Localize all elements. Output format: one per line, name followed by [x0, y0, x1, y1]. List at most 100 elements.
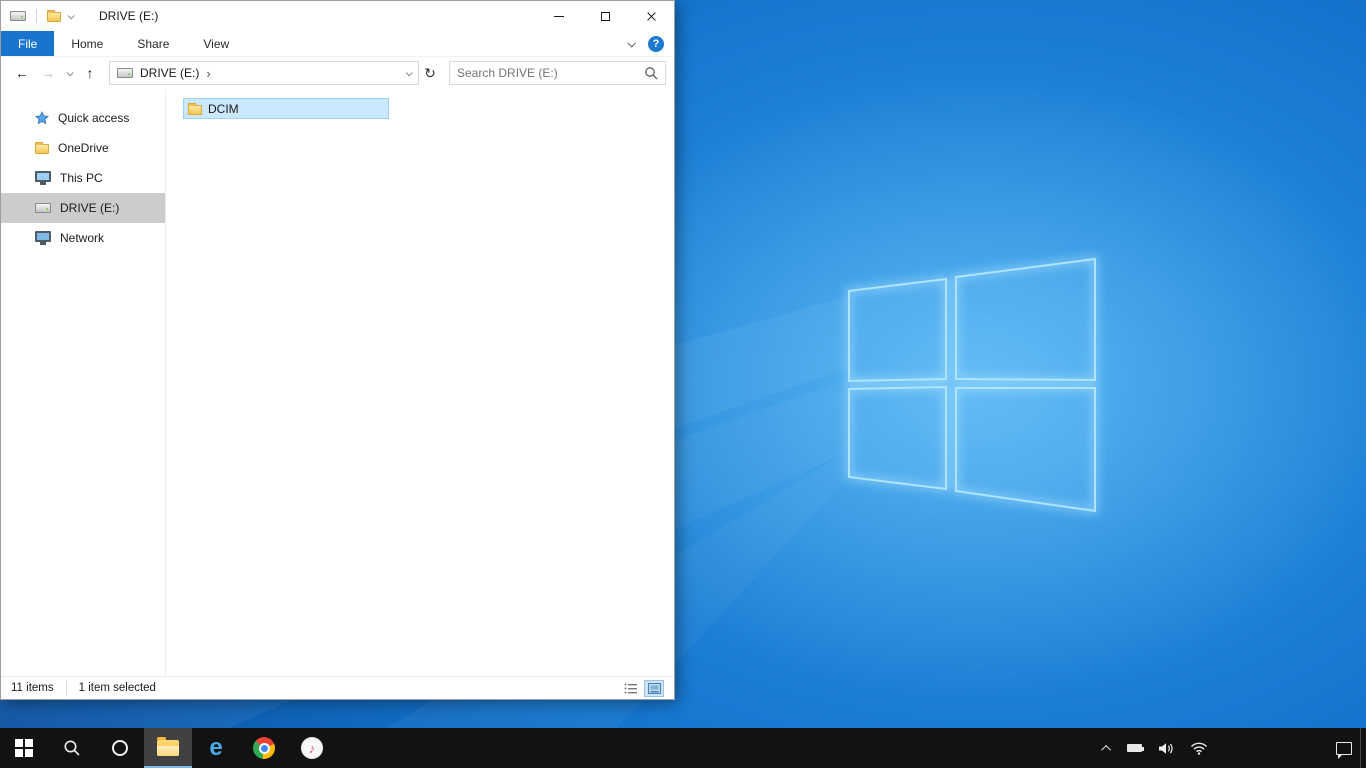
chevron-up-icon [1101, 744, 1112, 755]
drive-icon [117, 68, 133, 78]
details-view-icon [624, 683, 637, 693]
cortana-button[interactable] [96, 728, 144, 768]
sidebar-item-network[interactable]: Network [1, 223, 165, 253]
windows-logo-icon [15, 739, 33, 757]
onedrive-icon [35, 142, 49, 154]
ribbon-right-controls: ? [627, 31, 674, 56]
breadcrumb-separator[interactable]: › [206, 66, 210, 81]
volume-button[interactable] [1150, 728, 1182, 768]
system-tray [1096, 728, 1366, 768]
taskbar-file-explorer-button[interactable] [144, 728, 192, 768]
tab-view-label: View [203, 36, 230, 51]
file-item-dcim[interactable]: DCIM [183, 98, 389, 119]
search-input[interactable] [457, 66, 644, 80]
address-breadcrumb[interactable]: DRIVE (E:) › [109, 61, 419, 85]
minimize-icon [554, 15, 564, 17]
internet-explorer-button[interactable]: e [192, 728, 240, 768]
large-icons-view-button[interactable] [644, 679, 664, 697]
chrome-button[interactable] [240, 728, 288, 768]
folder-icon[interactable] [47, 10, 61, 22]
action-center-button[interactable] [1328, 728, 1360, 768]
sidebar-item-label: Quick access [58, 111, 130, 125]
window-title: DRIVE (E:) [99, 9, 159, 23]
refresh-button[interactable]: ↻ [419, 61, 441, 85]
titlebar: DRIVE (E:) [1, 1, 674, 31]
taskbar: e ♪ [0, 728, 1366, 768]
up-button[interactable]: ↑ [77, 60, 103, 86]
tab-home[interactable]: Home [54, 31, 120, 56]
itunes-icon: ♪ [301, 737, 323, 759]
search-box [449, 61, 666, 85]
view-toggles [620, 679, 664, 697]
file-item-label: DCIM [208, 101, 239, 116]
show-hidden-icons-button[interactable] [1096, 728, 1119, 768]
monitor-icon [35, 171, 51, 185]
sidebar-item-label: OneDrive [58, 141, 109, 155]
star-icon [35, 111, 49, 125]
sidebar-item-quick-access[interactable]: Quick access [1, 103, 165, 133]
sidebar-item-onedrive[interactable]: OneDrive [1, 133, 165, 163]
search-icon [64, 740, 80, 756]
maximize-button[interactable] [582, 1, 628, 31]
sidebar-item-this-pc[interactable]: This PC [1, 163, 165, 193]
help-icon[interactable]: ? [648, 35, 664, 52]
chevron-down-icon [66, 68, 74, 76]
drive-icon [10, 11, 26, 21]
taskbar-search-button[interactable] [48, 728, 96, 768]
tab-view[interactable]: View [186, 31, 246, 56]
action-center-icon [1336, 741, 1352, 759]
expand-ribbon-chevron-icon[interactable] [627, 38, 636, 48]
volume-icon [1159, 742, 1173, 754]
back-button[interactable]: ← [9, 60, 35, 86]
tab-home-label: Home [71, 36, 104, 51]
sidebar-item-label: DRIVE (E:) [60, 201, 120, 215]
tab-file-label: File [18, 36, 38, 51]
window-controls [536, 1, 674, 31]
file-explorer-window: DRIVE (E:) File Home Share View ? ← → ↑ [0, 0, 675, 700]
start-button[interactable] [0, 728, 48, 768]
close-button[interactable] [628, 1, 674, 31]
desktop: DRIVE (E:) File Home Share View ? ← → ↑ [0, 0, 1366, 768]
chrome-icon [253, 737, 275, 759]
sidebar-item-drive-e[interactable]: DRIVE (E:) [1, 193, 165, 223]
show-desktop-button[interactable] [1360, 728, 1366, 768]
folder-icon [188, 102, 202, 115]
details-view-button[interactable] [620, 680, 640, 697]
battery-icon [1127, 744, 1144, 752]
status-bar: 11 items 1 item selected [1, 676, 674, 699]
tab-share-label: Share [137, 36, 170, 51]
itunes-button[interactable]: ♪ [288, 728, 336, 768]
drive-icon [35, 203, 51, 213]
quick-access-toolbar [1, 9, 75, 23]
network-icon [35, 231, 51, 245]
tab-file[interactable]: File [1, 31, 55, 56]
chevron-down-icon[interactable] [67, 11, 75, 19]
close-icon [646, 11, 657, 22]
breadcrumb-drive-label[interactable]: DRIVE (E:) [140, 66, 199, 80]
battery-button[interactable] [1119, 728, 1150, 768]
internet-explorer-icon: e [209, 734, 223, 761]
large-icons-view-icon [647, 682, 661, 694]
toolbar-separator [36, 9, 37, 23]
recent-locations-chevron-icon[interactable] [61, 68, 77, 76]
address-dropdown-chevron-icon[interactable] [405, 68, 413, 76]
window-body: Quick access OneDrive This PC DRIVE (E:)… [1, 89, 674, 676]
ribbon-tab-bar: File Home Share View ? [1, 31, 674, 57]
file-explorer-icon [157, 737, 179, 756]
search-icon[interactable] [644, 66, 658, 80]
sidebar-item-label: This PC [60, 171, 103, 185]
wifi-icon [1191, 742, 1207, 755]
maximize-icon [600, 11, 610, 21]
minimize-button[interactable] [536, 1, 582, 31]
selected-count: 1 item selected [78, 682, 156, 694]
network-button[interactable] [1182, 728, 1216, 768]
status-separator [65, 681, 67, 695]
forward-button[interactable]: → [35, 60, 61, 86]
cortana-icon [112, 740, 128, 756]
navigation-pane: Quick access OneDrive This PC DRIVE (E:)… [1, 89, 166, 676]
file-list-area[interactable]: DCIM [166, 89, 674, 676]
address-bar-row: ← → ↑ DRIVE (E:) › ↻ [1, 57, 674, 89]
tab-share[interactable]: Share [120, 31, 186, 56]
items-count: 11 items [11, 682, 54, 694]
sidebar-item-label: Network [60, 231, 105, 245]
